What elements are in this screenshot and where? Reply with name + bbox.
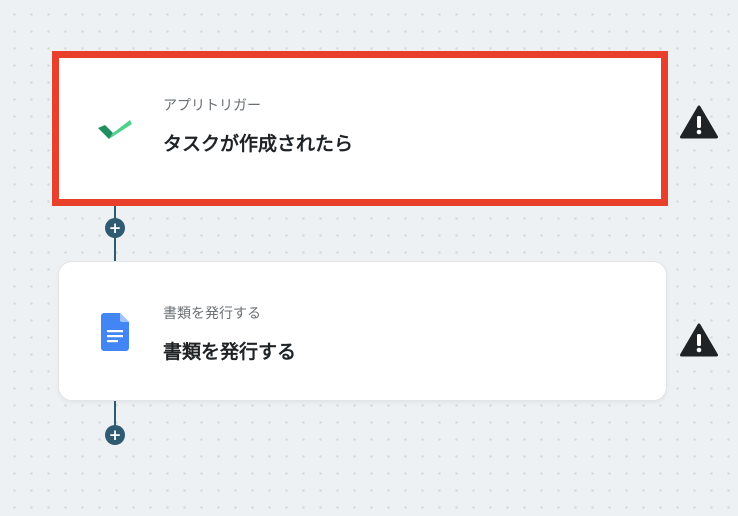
trigger-step-card[interactable]: アプリトリガー タスクが作成されたら [52,51,668,206]
action-step-card[interactable]: 書類を発行する 書類を発行する [58,261,667,401]
warning-icon[interactable] [679,322,719,358]
step-title: タスクが作成されたら [163,133,354,155]
add-step-button[interactable]: + [105,425,125,445]
warning-icon[interactable] [679,104,719,140]
add-step-button[interactable]: + [105,218,125,238]
check-logo-icon [95,108,135,148]
google-docs-icon [95,312,135,352]
step-sub-label: 書類を発行する [163,306,261,322]
step-title: 書類を発行する [163,341,297,363]
step-sub-label: アプリトリガー [163,98,261,114]
